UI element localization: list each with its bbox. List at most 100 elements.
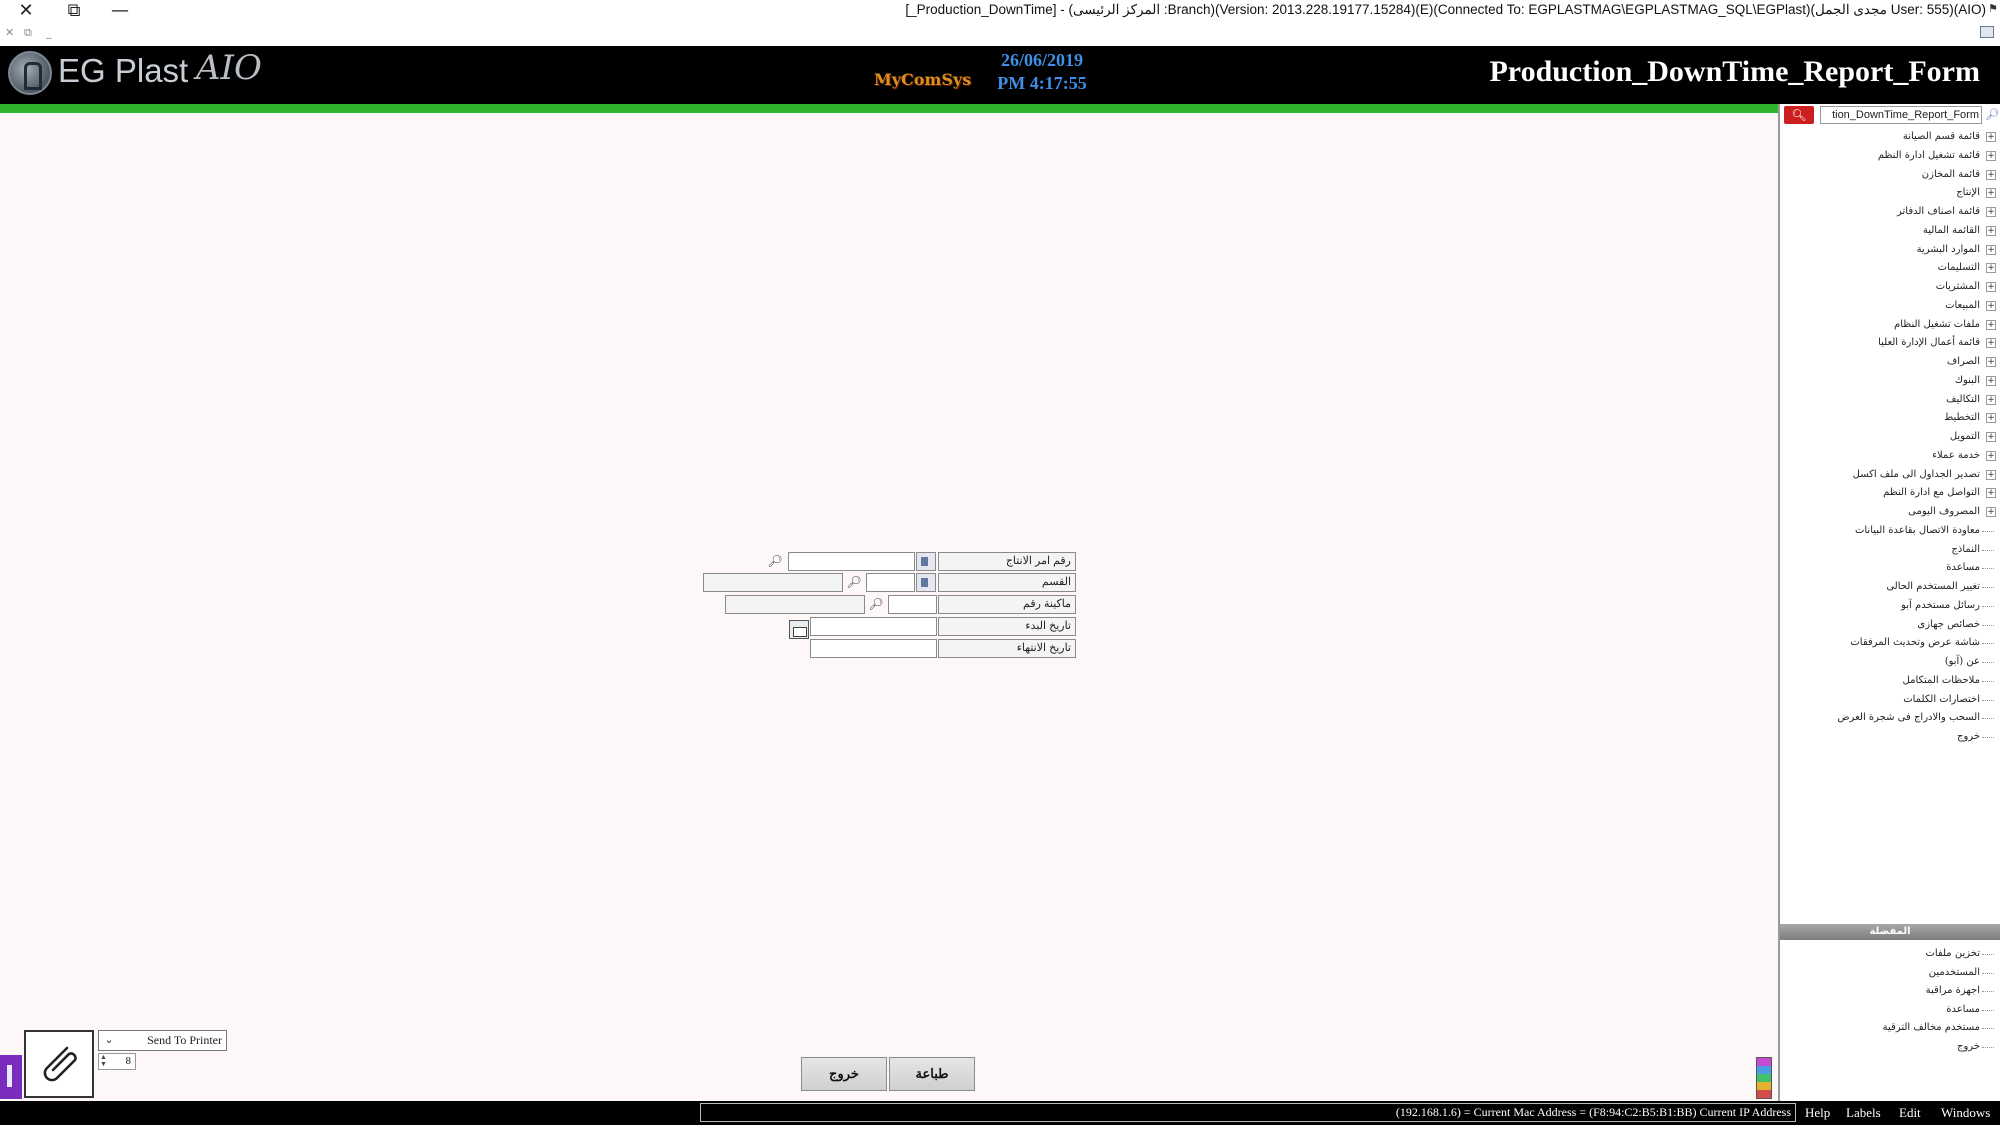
tree-item[interactable]: خروج — [1957, 728, 1980, 746]
tree-item[interactable]: الصراف — [1947, 353, 1980, 371]
tree-item[interactable]: مساعدة — [1946, 559, 1980, 577]
expand-icon[interactable]: + — [1986, 413, 1996, 423]
expand-icon[interactable]: + — [1986, 263, 1996, 273]
favorite-item[interactable]: مساعدة — [1946, 1001, 1980, 1019]
attachments-button[interactable] — [24, 1030, 94, 1098]
tree-item[interactable]: تغيير المستخدم الحالى — [1886, 578, 1980, 596]
header-date: 26/06/2019 — [1000, 50, 1083, 70]
favorite-item[interactable]: المستخدمين — [1929, 964, 1980, 982]
favorite-item[interactable]: اجهزة مراقبة — [1926, 982, 1980, 1000]
restore-window-icon[interactable]: ⧉ — [54, 0, 94, 22]
tree-item[interactable]: التكاليف — [1946, 391, 1980, 409]
production-order-input[interactable] — [788, 552, 915, 571]
expand-icon[interactable]: + — [1986, 507, 1996, 517]
expand-icon[interactable]: + — [1986, 488, 1996, 498]
status-bar: (192.168.1.6) = Current Mac Address = (F… — [0, 1101, 2000, 1125]
tree-item[interactable]: النماذج — [1951, 541, 1980, 559]
tree-item[interactable]: الإنتاج — [1956, 184, 1980, 202]
machine-search-icon[interactable]: 🔎︎ — [866, 595, 886, 614]
tree-item[interactable]: الموارد البشرية — [1917, 241, 1980, 259]
tree-item[interactable]: المصروف اليومى — [1908, 503, 1980, 521]
color-strip-icon[interactable] — [1756, 1057, 1772, 1099]
tree-item[interactable]: قائمة المخازن — [1922, 166, 1980, 184]
menu-edit[interactable]: Edit — [1899, 1105, 1921, 1121]
favorite-item[interactable]: خروج — [1957, 1038, 1980, 1056]
production-order-dropdown[interactable] — [916, 552, 936, 571]
expand-icon[interactable]: + — [1986, 376, 1996, 386]
expand-icon[interactable]: + — [1986, 432, 1996, 442]
expand-icon[interactable]: + — [1986, 357, 1996, 367]
tree-connector — [1982, 625, 1994, 626]
tree-item[interactable]: التواصل مع ادارة النظم — [1883, 484, 1980, 502]
favorite-item[interactable]: تخزين ملفات — [1925, 945, 1980, 963]
menu-help[interactable]: Help — [1805, 1105, 1830, 1121]
tree-item[interactable]: المشتريات — [1936, 278, 1980, 296]
tree-item[interactable]: عن (آبو) — [1945, 653, 1980, 671]
expand-icon[interactable]: + — [1986, 282, 1996, 292]
tree-item[interactable]: خدمة عملاء — [1932, 447, 1980, 465]
end-date-input[interactable] — [810, 639, 937, 658]
mdi-restore-icon[interactable]: ⧉ — [24, 26, 32, 40]
expand-icon[interactable]: + — [1986, 170, 1996, 180]
print-destination-select[interactable]: ⌄ Send To Printer — [98, 1030, 227, 1051]
start-date-label: تاريخ البدء — [938, 617, 1076, 636]
menu-windows[interactable]: Windows — [1941, 1105, 1990, 1121]
tree-search-input[interactable]: tion_DownTime_Report_Form — [1820, 106, 1982, 124]
tree-item[interactable]: قائمة أعمال الإدارة العليا — [1878, 334, 1980, 352]
tree-item[interactable]: السحب والادراج فى شجرة العرض — [1837, 709, 1980, 727]
menu-labels[interactable]: Labels — [1846, 1105, 1881, 1121]
tree-item[interactable]: رسائل مستخدم آبو — [1901, 597, 1980, 615]
tree-item[interactable]: تصدير الجداول الى ملف اكسل — [1853, 466, 1980, 484]
tree-item[interactable]: معاودة الاتصال بقاعدة البيانات — [1855, 522, 1980, 540]
stepper-arrows-icon[interactable]: ▲ ▼ — [100, 1054, 110, 1068]
expand-icon[interactable]: + — [1986, 301, 1996, 311]
department-search-icon[interactable]: 🔎︎ — [844, 573, 864, 592]
calendar-icon[interactable] — [789, 620, 809, 639]
expand-icon[interactable]: + — [1986, 338, 1996, 348]
tree-item[interactable]: المبيعات — [1945, 297, 1980, 315]
tree-search-button[interactable]: 🔍︎ — [1784, 106, 1814, 124]
tree-item[interactable]: قائمة تشغيل ادارة النظم — [1878, 147, 1980, 165]
expand-icon[interactable]: + — [1986, 395, 1996, 405]
tree-item[interactable]: قائمة قسم الصيانة — [1903, 128, 1980, 146]
expand-icon[interactable]: + — [1986, 226, 1996, 236]
tree-item[interactable]: قائمة اصناف الدفاتر — [1897, 203, 1980, 221]
favorite-item[interactable]: مستخدم مخالف الترقية — [1883, 1019, 1980, 1037]
tree-item[interactable]: القائمة المالية — [1923, 222, 1980, 240]
expand-icon[interactable]: + — [1986, 470, 1996, 480]
start-date-input[interactable] — [810, 617, 937, 636]
department-dropdown[interactable] — [916, 573, 936, 592]
mdi-close-icon[interactable]: ✕ — [5, 26, 14, 39]
tree-item[interactable]: التخطيط — [1944, 409, 1980, 427]
tree-item[interactable]: البنوك — [1955, 372, 1980, 390]
tree-item[interactable]: ملاحظات المتكامل — [1903, 672, 1980, 690]
expand-icon[interactable]: + — [1986, 451, 1996, 461]
expand-icon[interactable]: + — [1986, 132, 1996, 142]
department-code-input[interactable] — [866, 573, 915, 592]
tree-item[interactable]: شاشة عرض وتحديث المرفقات — [1850, 634, 1980, 652]
tree-item[interactable]: التسليمات — [1938, 259, 1980, 277]
expand-icon[interactable]: + — [1986, 207, 1996, 217]
exit-button[interactable]: خروج — [801, 1057, 887, 1091]
machine-number-label: ماكينة رقم — [938, 595, 1076, 614]
tree-item[interactable]: اختصارات الكلمات — [1903, 691, 1980, 709]
machine-number-input[interactable] — [888, 595, 937, 614]
production-order-search-icon[interactable]: 🔎︎ — [765, 552, 785, 571]
close-window-icon[interactable]: ✕ — [6, 0, 46, 22]
tree-item[interactable]: التمويل — [1950, 428, 1980, 446]
expand-icon[interactable]: + — [1986, 188, 1996, 198]
expand-icon[interactable]: + — [1986, 320, 1996, 330]
mdi-minimize-icon[interactable]: _ — [46, 26, 52, 39]
expand-icon[interactable]: + — [1986, 151, 1996, 161]
minimize-window-icon[interactable]: — — [100, 0, 140, 22]
tree-connector — [1982, 1047, 1994, 1048]
print-button[interactable]: طباعة — [889, 1057, 975, 1091]
tree-connector — [1982, 568, 1994, 569]
copies-stepper[interactable]: ▲ ▼ 8 — [98, 1053, 136, 1070]
mdi-window-icon[interactable] — [1980, 26, 1994, 38]
tree-item[interactable]: ملفات تشغيل النظام — [1894, 316, 1980, 334]
side-toolbar-icon[interactable] — [0, 1055, 22, 1099]
search-icon[interactable]: 🔎︎ — [1984, 107, 2000, 123]
tree-item[interactable]: خصائص جهازى — [1917, 616, 1980, 634]
expand-icon[interactable]: + — [1986, 245, 1996, 255]
